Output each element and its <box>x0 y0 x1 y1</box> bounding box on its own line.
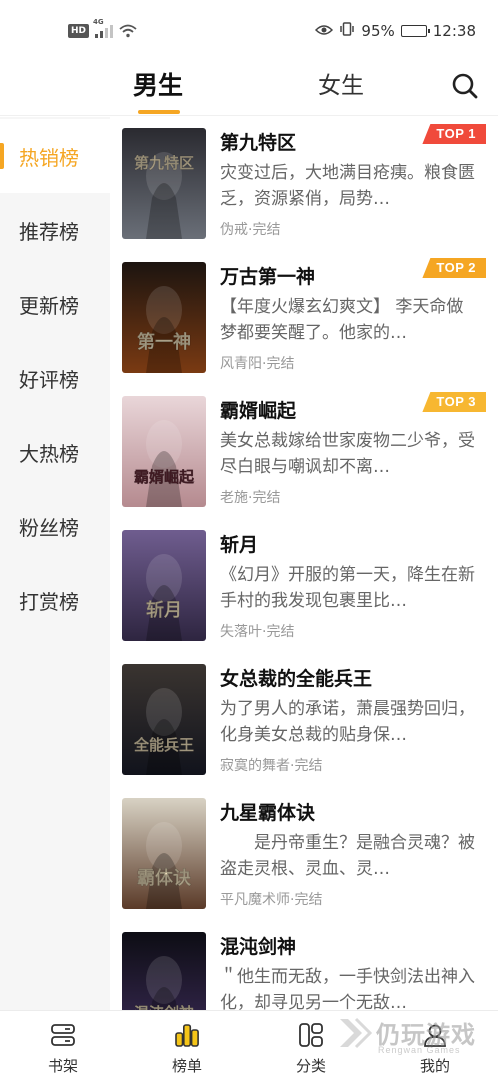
watermark-subtext: Rengwan Games <box>378 1045 461 1055</box>
book-item[interactable]: 霸体诀 九星霸体诀 是丹帝重生？是融合灵魂？被盗走灵根、灵血、灵… 平凡魔术师·… <box>110 786 498 920</box>
hd-badge: HD <box>68 24 90 38</box>
search-icon <box>450 73 480 105</box>
battery-icon <box>400 25 430 37</box>
book-item[interactable]: 第一神 万古第一神 【年度火爆玄幻爽文】 李天命做梦都要笑醒了。他家的… 风青阳… <box>110 250 498 384</box>
book-author-status: 失落叶·完结 <box>220 624 295 640</box>
tab-indicator <box>138 110 180 114</box>
book-description: ＂他生而无敌，一手快剑法出神入化，却寻见另一个无敌… <box>220 967 475 1013</box>
search-button[interactable] <box>450 71 480 101</box>
rank-badge: TOP 3 <box>422 392 486 412</box>
tab-female[interactable]: 女生 <box>318 66 364 100</box>
book-title: 霸婿崛起 <box>220 400 297 422</box>
book-author-status: 寂寞的舞者·完结 <box>220 758 323 774</box>
battery-percent: 95% <box>361 22 395 40</box>
eye-icon <box>315 22 334 40</box>
book-cover: 斩月 <box>122 530 206 641</box>
book-author-status: 平凡魔术师·完结 <box>220 892 323 908</box>
nav-label: 榜单 <box>171 1057 202 1075</box>
nav-bookshelf[interactable]: 书架 <box>13 1011 113 1080</box>
book-title: 九星霸体诀 <box>220 802 316 824</box>
book-item[interactable]: 全能兵王 女总裁的全能兵王 为了男人的承诺，萧晨强势回归，化身美女总裁的贴身保…… <box>110 652 498 786</box>
bookshelf-icon <box>49 1021 77 1049</box>
tab-male[interactable]: 男生 <box>133 66 183 102</box>
gender-tabs: 男生 女生 <box>0 62 498 116</box>
network-label: 4G <box>93 18 104 26</box>
book-cover: 第一神 <box>122 262 206 373</box>
cover-title-art: 霸婿崛起 <box>134 468 195 486</box>
book-description: 【年度火爆玄幻爽文】 李天命做梦都要笑醒了。他家的… <box>220 297 464 343</box>
sidebar-item-good-reviews[interactable]: 好评榜 <box>0 341 110 415</box>
nav-label: 书架 <box>47 1057 78 1075</box>
book-title: 斩月 <box>220 534 259 556</box>
book-author-status: 老施·完结 <box>220 490 281 506</box>
cover-title-art: 斩月 <box>146 599 182 621</box>
book-cover: 霸婿崛起 <box>122 396 206 507</box>
book-title: 万古第一神 <box>220 266 316 288</box>
status-right: 95% 12:38 <box>315 21 476 41</box>
book-description: 《幻月》开服的第一天，降生在新手村的我发现包裹里比… <box>220 565 475 611</box>
book-item[interactable]: 斩月 斩月 《幻月》开服的第一天，降生在新手村的我发现包裹里比… 失落叶·完结 <box>110 518 498 652</box>
book-description: 是丹帝重生？是融合灵魂？被盗走灵根、灵血、灵… <box>220 833 475 879</box>
book-title: 女总裁的全能兵王 <box>220 668 373 690</box>
book-cover: 全能兵王 <box>122 664 206 775</box>
signal-icon: 4G <box>93 18 114 38</box>
status-bar: HD 4G 95% 12:38 <box>0 0 498 62</box>
cover-title-art: 霸体诀 <box>137 867 192 889</box>
sidebar-item-recommend[interactable]: 推荐榜 <box>0 193 110 267</box>
rank-badge: TOP 1 <box>422 124 486 144</box>
watermark: 仍玩游戏 Rengwan Games <box>330 1013 490 1059</box>
clock: 12:38 <box>432 22 476 40</box>
book-description: 美女总裁嫁给世家废物二少爷，受尽白眼与嘲讽却不离… <box>220 431 475 477</box>
status-left: HD 4G <box>68 18 137 38</box>
book-title: 混沌剑神 <box>220 936 297 958</box>
book-item[interactable]: 第九特区 第九特区 灾变过后，大地满目疮痍。粮食匮乏，资源紧俏，局势… 伪戒·完… <box>110 116 498 250</box>
sidebar-item-tips[interactable]: 打赏榜 <box>0 563 110 637</box>
ranking-icon <box>173 1021 201 1049</box>
category-icon <box>297 1021 325 1049</box>
book-author-status: 伪戒·完结 <box>220 222 281 238</box>
watermark-logo-icon <box>336 1015 373 1051</box>
cover-title-art: 第九特区 <box>134 154 194 172</box>
sidebar-item-hot-sales[interactable]: 热销榜 <box>0 119 110 193</box>
ranking-sidebar: 热销榜 推荐榜 更新榜 好评榜 大热榜 粉丝榜 打赏榜 <box>0 117 110 1010</box>
rank-badge: TOP 2 <box>422 258 486 278</box>
cover-title-art: 全能兵王 <box>133 736 194 754</box>
nav-ranking[interactable]: 榜单 <box>137 1011 237 1080</box>
book-title: 第九特区 <box>220 132 297 154</box>
vibrate-icon <box>339 21 355 41</box>
book-item[interactable]: 霸婿崛起 霸婿崛起 美女总裁嫁给世家废物二少爷，受尽白眼与嘲讽却不离… 老施·完… <box>110 384 498 518</box>
book-cover: 第九特区 <box>122 128 206 239</box>
cover-title-art: 第一神 <box>137 331 191 353</box>
wifi-icon <box>119 24 137 38</box>
book-cover: 霸体诀 <box>122 798 206 909</box>
book-description: 灾变过后，大地满目疮痍。粮食匮乏，资源紧俏，局势… <box>220 163 475 209</box>
sidebar-item-trending[interactable]: 大热榜 <box>0 415 110 489</box>
sidebar-item-updates[interactable]: 更新榜 <box>0 267 110 341</box>
book-description: 为了男人的承诺，萧晨强势回归，化身美女总裁的贴身保… <box>220 699 475 745</box>
sidebar-item-fans[interactable]: 粉丝榜 <box>0 489 110 563</box>
book-author-status: 风青阳·完结 <box>220 356 295 372</box>
